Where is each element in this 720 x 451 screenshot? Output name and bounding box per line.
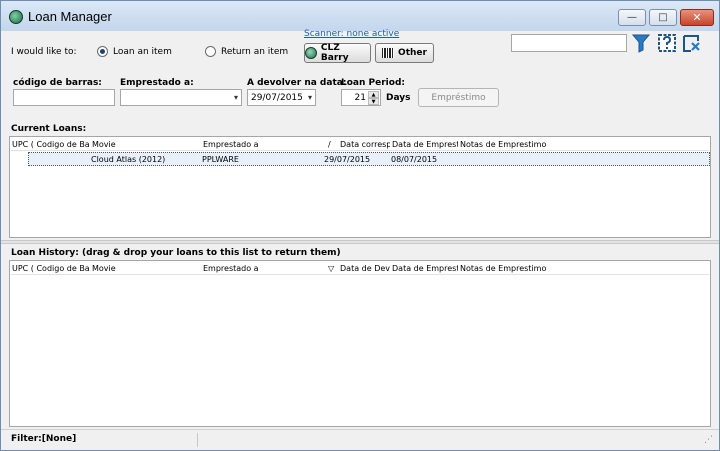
row-loaned-to: PPLWARE: [202, 155, 239, 164]
panel-splitter[interactable]: [1, 240, 719, 244]
row-loan-date: 08/07/2015: [391, 155, 438, 164]
radio-loan-indicator[interactable]: [97, 46, 108, 57]
row-due-date: 29/07/2015: [324, 155, 371, 164]
radio-return-indicator[interactable]: [205, 46, 216, 57]
resize-grip-icon[interactable]: ⋰: [704, 435, 713, 445]
loan-period-stepper[interactable]: 21 ▲ ▼: [341, 89, 381, 106]
loan-manager-window: Loan Manager — □ ✕ I would like to: Loan…: [0, 0, 720, 451]
window-title: Loan Manager: [28, 9, 112, 24]
col-loan-date[interactable]: Data de Emprestimo: [392, 140, 458, 149]
loaned-to-dropdown[interactable]: ▾: [120, 89, 242, 106]
sort-indicator: ▽: [328, 264, 335, 273]
loan-button[interactable]: Empréstimo: [418, 88, 499, 107]
col-due-date[interactable]: Data correspondente: [340, 140, 390, 149]
due-date-value: 29/07/2015: [251, 92, 303, 103]
col-loaned-to[interactable]: Emprestado a: [203, 264, 323, 273]
due-date-label: A devolver na data:: [247, 78, 347, 88]
chevron-down-icon: ▾: [233, 93, 238, 102]
loan-history-list[interactable]: UPC ( Codigo de Barras ) Movie Emprestad…: [9, 260, 711, 427]
filter-status: Filter:[None]: [11, 434, 77, 444]
title-bar[interactable]: Loan Manager — □ ✕: [1, 1, 719, 31]
due-date-picker[interactable]: 29/07/2015 ▾: [247, 89, 316, 106]
current-loans-header: UPC ( Codigo de Barras ) Movie Emprestad…: [11, 138, 709, 151]
stepper-up-icon[interactable]: ▲: [368, 91, 379, 98]
radio-return-label: Return an item: [221, 46, 289, 57]
barcode-icon: [382, 48, 395, 58]
search-input[interactable]: [511, 34, 627, 52]
col-loan-date[interactable]: Data de Emprestimo: [392, 264, 458, 273]
minimize-button[interactable]: —: [618, 9, 646, 26]
barcode-input[interactable]: [13, 89, 115, 106]
close-button[interactable]: ✕: [680, 9, 714, 26]
radio-loan-item[interactable]: Loan an item: [97, 46, 172, 57]
clz-barry-icon: [305, 47, 317, 59]
col-return-date[interactable]: Data de Devolução: [340, 264, 390, 273]
loan-period-label: Loan Period:: [341, 78, 405, 88]
status-divider: [197, 433, 198, 447]
barcode-label: código de barras:: [13, 78, 102, 88]
col-movie[interactable]: Movie: [92, 264, 202, 273]
col-upc[interactable]: UPC ( Codigo de Barras ): [12, 140, 90, 149]
chevron-down-icon: ▾: [307, 93, 312, 102]
clz-barry-label: CLZ Barry: [320, 43, 349, 63]
action-prompt-label: I would like to:: [11, 47, 77, 57]
col-loan-notes[interactable]: Notas de Emprestimo: [460, 140, 580, 149]
current-loans-list[interactable]: UPC ( Codigo de Barras ) Movie Emprestad…: [9, 136, 711, 238]
stepper-down-icon[interactable]: ▼: [368, 98, 379, 105]
col-upc[interactable]: UPC ( Codigo de Barras ): [12, 264, 90, 273]
table-row[interactable]: Cloud Atlas (2012) PPLWARE 29/07/2015 08…: [28, 152, 710, 166]
other-scanner-label: Other: [398, 48, 427, 58]
filter-icon[interactable]: [631, 32, 651, 54]
sort-indicator: /: [328, 140, 331, 149]
help-icon[interactable]: [656, 32, 678, 54]
loaned-to-label: Emprestado a:: [120, 78, 194, 88]
col-loan-notes[interactable]: Notas de Emprestimo: [460, 264, 580, 273]
maximize-button[interactable]: □: [649, 9, 677, 26]
radio-return-item[interactable]: Return an item: [205, 46, 288, 57]
col-loaned-to[interactable]: Emprestado a: [203, 140, 323, 149]
loan-history-title: Loan History: (drag & drop your loans to…: [11, 248, 341, 258]
scanner-status-link[interactable]: Scanner: none active: [304, 29, 399, 39]
clear-filter-icon[interactable]: [681, 32, 703, 54]
loan-period-unit: Days: [386, 93, 411, 103]
other-scanner-button[interactable]: Other: [375, 43, 434, 63]
app-logo-icon: [9, 10, 23, 24]
current-loans-title: Current Loans:: [11, 124, 87, 134]
loan-history-header: UPC ( Codigo de Barras ) Movie Emprestad…: [11, 262, 709, 275]
col-movie[interactable]: Movie: [92, 140, 202, 149]
radio-loan-label: Loan an item: [113, 46, 172, 57]
loan-period-value: 21: [354, 93, 366, 103]
row-movie: Cloud Atlas (2012): [91, 155, 166, 164]
clz-barry-button[interactable]: CLZ Barry: [304, 43, 371, 63]
status-bar: Filter:[None] ⋰: [1, 429, 719, 450]
